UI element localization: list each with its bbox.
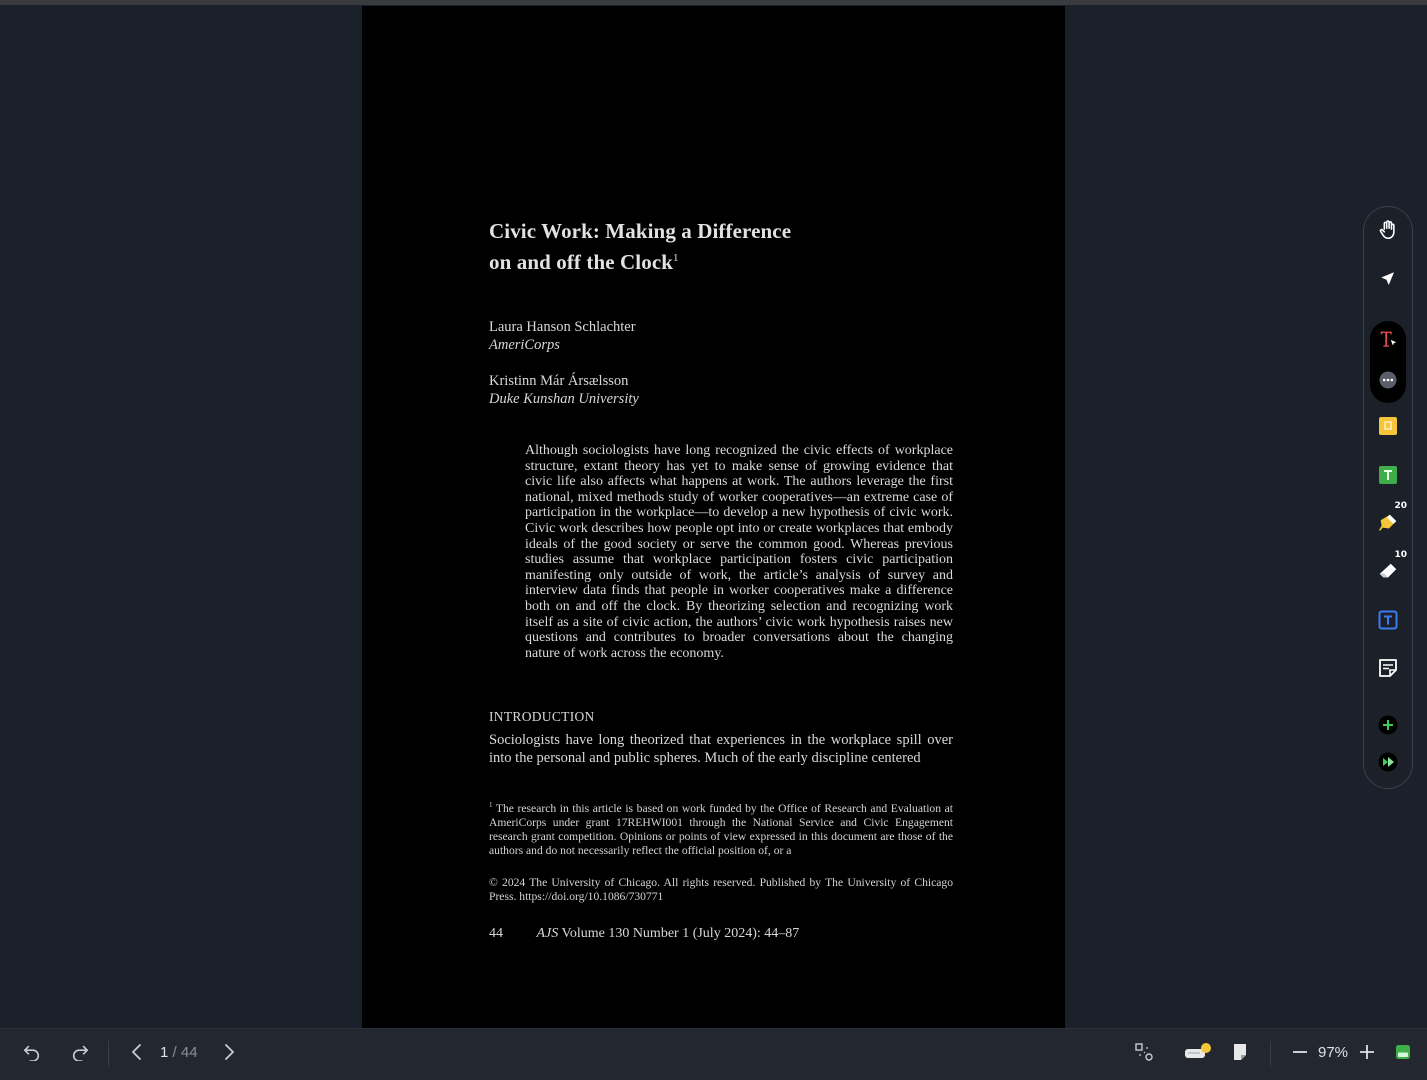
- zoom-out-button[interactable]: [1290, 1029, 1310, 1079]
- divider: [108, 1041, 109, 1067]
- eraser-size-badge: 10: [1394, 550, 1407, 560]
- select-tool[interactable]: [1364, 263, 1412, 299]
- crop-select-button[interactable]: [1131, 1029, 1157, 1079]
- zoom-level[interactable]: 97%: [1318, 1044, 1348, 1061]
- reading-mode-button[interactable]: [1183, 1029, 1215, 1079]
- redo-icon: [71, 1043, 89, 1066]
- add-tool[interactable]: [1364, 709, 1412, 745]
- eraser-tool[interactable]: 10: [1364, 550, 1412, 592]
- journal-citation: Volume 130 Number 1 (July 2024): 44–87: [561, 926, 800, 941]
- intro-paragraph: Sociologists have long theorized that ex…: [489, 732, 953, 766]
- page-icon: [1232, 1043, 1248, 1066]
- footnote-text: The research in this article is based on…: [489, 801, 953, 858]
- section-heading: INTRODUCTION: [489, 709, 595, 724]
- page-number: 44: [489, 926, 503, 941]
- panel-toggle-button[interactable]: [1393, 1029, 1413, 1079]
- total-pages: 44: [180, 1044, 198, 1061]
- ai-tool[interactable]: [1364, 746, 1412, 782]
- plus-icon: [1378, 715, 1398, 740]
- undo-icon: [23, 1043, 41, 1066]
- plus-icon: [1359, 1044, 1375, 1065]
- hand-tool[interactable]: [1364, 214, 1412, 250]
- redo-button[interactable]: [68, 1029, 92, 1079]
- highlighter-icon: [1377, 512, 1399, 539]
- divider: [1270, 1041, 1271, 1067]
- eye-care-icon: [1184, 1042, 1214, 1067]
- undo-button[interactable]: [20, 1029, 44, 1079]
- title-line-2: on and off the Clock: [489, 250, 674, 274]
- chevron-left-icon: [131, 1043, 143, 1066]
- annotation-toolbar: 20 10: [1363, 206, 1413, 789]
- text-cursor-icon: [1377, 328, 1399, 355]
- current-page[interactable]: 1: [160, 1044, 168, 1061]
- chevron-right-icon: [223, 1043, 235, 1066]
- text-highlight-tool[interactable]: [1364, 459, 1412, 495]
- hand-icon: [1377, 219, 1399, 246]
- sticky-note-tool[interactable]: [1364, 410, 1412, 446]
- textbox-tool[interactable]: [1364, 604, 1412, 640]
- pointer-icon: [1379, 270, 1397, 293]
- author-2: Kristinn Már Ársælsson Duke Kunshan Univ…: [489, 372, 639, 408]
- highlighter-size-badge: 20: [1394, 501, 1407, 511]
- title-footnote-mark: 1: [673, 252, 679, 264]
- highlighter-tool[interactable]: 20: [1364, 501, 1412, 543]
- author-name: Laura Hanson Schlachter: [489, 319, 636, 335]
- sticky-note-icon: [1378, 416, 1398, 441]
- eraser-icon: [1377, 561, 1399, 588]
- author-name: Kristinn Már Ársælsson: [489, 373, 629, 389]
- footnote-mark: 1: [489, 801, 493, 809]
- zoom-in-button[interactable]: [1357, 1029, 1377, 1079]
- textbox-icon: [1378, 610, 1398, 635]
- ai-icon: [1378, 752, 1398, 777]
- panel-icon: [1395, 1044, 1411, 1065]
- page-separator: /: [172, 1044, 177, 1061]
- next-page-button[interactable]: [218, 1029, 240, 1079]
- journal-abbrev: AJS: [536, 926, 559, 941]
- author-1: Laura Hanson Schlachter AmeriCorps: [489, 318, 636, 354]
- note-tool[interactable]: [1364, 652, 1412, 688]
- page-footer: 44 AJS Volume 130 Number 1 (July 2024): …: [489, 926, 799, 942]
- minus-icon: [1292, 1044, 1308, 1065]
- more-tool[interactable]: [1364, 364, 1412, 400]
- copyright-notice: © 2024 The University of Chicago. All ri…: [489, 876, 953, 904]
- document-viewer[interactable]: Civic Work: Making a Difference on and o…: [0, 5, 1427, 1028]
- author-affiliation: Duke Kunshan University: [489, 391, 639, 407]
- article-title: Civic Work: Making a Difference on and o…: [489, 218, 791, 276]
- pdf-page: Civic Work: Making a Difference on and o…: [362, 6, 1065, 1028]
- bottom-toolbar: 1 / 44 97%: [0, 1028, 1427, 1080]
- page-mode-button[interactable]: [1229, 1029, 1251, 1079]
- previous-page-button[interactable]: [126, 1029, 148, 1079]
- text-select-tool[interactable]: [1364, 323, 1412, 359]
- footnote: 1 The research in this article is based …: [489, 798, 953, 859]
- select-region-icon: [1134, 1042, 1154, 1067]
- author-affiliation: AmeriCorps: [489, 337, 560, 353]
- abstract: Although sociologists have long recogniz…: [525, 443, 953, 661]
- title-line-1: Civic Work: Making a Difference: [489, 219, 792, 243]
- page-indicator[interactable]: 1 / 44: [160, 1044, 198, 1061]
- note-icon: [1378, 658, 1398, 683]
- text-box-icon: [1378, 465, 1398, 490]
- more-icon: [1379, 371, 1397, 394]
